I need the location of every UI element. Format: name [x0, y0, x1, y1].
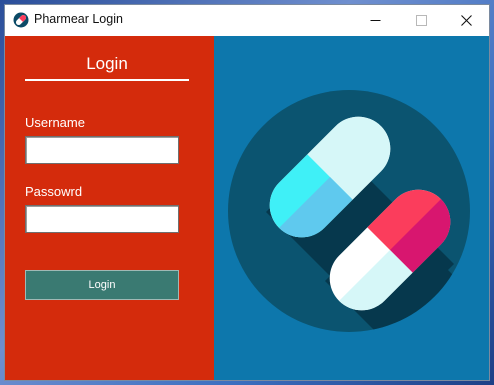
illustration-panel	[214, 36, 489, 380]
maximize-button[interactable]	[398, 5, 444, 36]
close-icon	[460, 11, 472, 30]
login-panel: Login Username Passowrd Login	[5, 36, 214, 380]
password-label: Passowrd	[25, 184, 83, 199]
minimize-icon	[370, 11, 381, 30]
close-button[interactable]	[443, 5, 489, 36]
pills-icon	[228, 90, 470, 332]
window-title: Pharmear Login	[34, 12, 123, 26]
login-button[interactable]: Login	[25, 270, 179, 300]
title-bar[interactable]: Pharmear Login	[5, 5, 489, 36]
minimize-button[interactable]	[352, 5, 398, 36]
login-heading: Login	[86, 54, 128, 73]
app-window: Pharmear Login Login Username Passowrd L	[4, 4, 490, 381]
maximize-icon	[415, 11, 427, 30]
window-content: Login Username Passowrd Login	[5, 36, 489, 380]
password-input[interactable]	[25, 205, 179, 233]
username-input[interactable]	[25, 136, 179, 164]
username-label: Username	[25, 115, 85, 130]
app-pill-icon	[13, 12, 29, 28]
heading-underline	[25, 79, 189, 81]
